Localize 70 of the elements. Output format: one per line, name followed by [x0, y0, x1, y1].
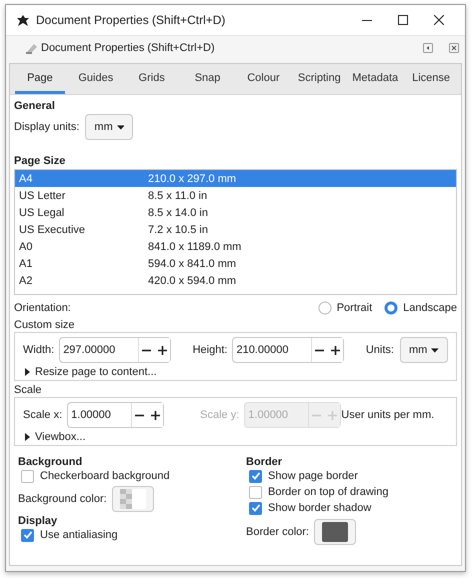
checkbox[interactable]: Show page border [249, 468, 358, 484]
close-panel-icon [449, 43, 459, 53]
section-heading: Page Size [14, 155, 66, 167]
checkbox[interactable]: Checkerboard background [21, 468, 170, 484]
section-heading: Background [18, 456, 84, 468]
list-row[interactable]: A4 210.0 x 297.0 mm [15, 170, 456, 187]
tab[interactable]: Scripting [294, 64, 344, 94]
list-row[interactable]: US Legal 8.5 x 14.0 in [15, 204, 456, 221]
units-dropdown[interactable]: mm [85, 114, 134, 140]
field-label: Scale x: [23, 409, 62, 421]
list-row[interactable]: A1 594.0 x 841.0 mm [15, 255, 456, 272]
expander[interactable]: Resize page to content... [23, 366, 157, 378]
radio-button[interactable]: Landscape [384, 301, 457, 315]
spin-box[interactable]: 210.00000 [232, 337, 344, 363]
frame-label: Scale [14, 384, 43, 397]
field-label: Border color: [246, 526, 309, 538]
tab[interactable]: Colour [238, 64, 288, 94]
tab[interactable]: License [406, 64, 456, 94]
units-dropdown[interactable]: mm [400, 337, 448, 363]
list-row[interactable]: A2 420.0 x 594.0 mm [15, 272, 456, 289]
section-heading: Border [246, 456, 284, 468]
number-field[interactable]: 1.00000 [68, 403, 132, 427]
tab[interactable]: Metadata [350, 64, 400, 94]
plus-icon [328, 410, 337, 420]
check-icon [22, 530, 32, 540]
spin-box[interactable]: 1.00000 [67, 402, 164, 428]
app-icon [16, 14, 30, 26]
section-heading: General [14, 100, 56, 112]
collapse-icon [423, 43, 433, 53]
checkbox[interactable]: Border on top of drawing [249, 484, 388, 500]
plus-icon [330, 346, 340, 354]
check-icon [250, 471, 260, 481]
field-label: Background color: [18, 493, 107, 505]
maximize-icon [398, 15, 408, 25]
field-label: Height: [192, 344, 228, 356]
color-button[interactable] [112, 486, 154, 512]
plus-icon [158, 346, 167, 354]
number-field[interactable]: 210.00000 [233, 338, 312, 362]
color-swatch-icon [322, 522, 348, 542]
field-label: Scale y: [200, 409, 240, 421]
tab[interactable]: Grids [126, 64, 177, 94]
field-label: Display units: [14, 121, 80, 133]
frame-label: Custom size [14, 319, 76, 332]
caret-icon [116, 124, 124, 130]
units-note: User units per mm. [341, 409, 434, 421]
radio-button[interactable]: Portrait [318, 301, 372, 315]
check-icon [250, 503, 260, 513]
tab[interactable]: Page [15, 64, 65, 94]
spin-box[interactable]: 297.00000 [59, 337, 172, 363]
field-label: Units: [366, 344, 394, 356]
field-label: Width: [23, 344, 54, 356]
close-icon [434, 15, 444, 25]
list-row[interactable]: A0 841.0 x 1189.0 mm [15, 238, 456, 255]
pencil-icon [26, 41, 38, 55]
list-row[interactable]: US Executive 7.2 x 10.5 in [15, 221, 456, 238]
tab[interactable]: Guides [70, 64, 121, 94]
expander[interactable]: Viewbox... [23, 431, 86, 443]
checkbox[interactable]: Show border shadow [249, 500, 372, 516]
plus-icon [150, 410, 160, 420]
list-row[interactable]: US Letter 8.5 x 11.0 in [15, 187, 456, 204]
number-field[interactable]: 297.00000 [60, 338, 138, 362]
section-heading: Display [18, 515, 58, 527]
checkbox[interactable]: Use antialiasing [21, 527, 118, 543]
checkerboard-swatch-icon [120, 489, 146, 509]
caret-icon [431, 348, 439, 352]
field-label: Orientation: [14, 302, 72, 314]
window-title: Document Properties (Shift+Ctrl+D) [36, 13, 226, 27]
color-button[interactable] [314, 519, 356, 545]
panel-title: Document Properties (Shift+Ctrl+D) [41, 42, 216, 54]
tab[interactable]: Snap [182, 64, 232, 94]
